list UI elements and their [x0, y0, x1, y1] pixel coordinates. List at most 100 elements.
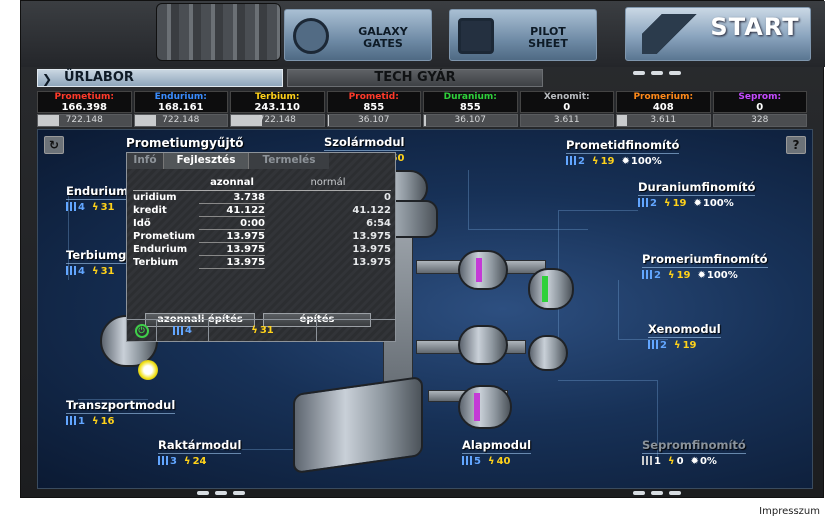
resource-name: Terbium:	[255, 92, 300, 102]
cost-instant: 3.738	[199, 191, 265, 204]
chevron-right-icon: ❯	[42, 72, 53, 86]
energy-icon: ϟ	[667, 270, 675, 281]
cost-instant: 41.122	[199, 204, 265, 217]
cost-instant: 13.975	[199, 230, 265, 243]
energy-icon: ϟ	[591, 156, 599, 167]
start-button[interactable]: START	[625, 7, 811, 61]
tab-info[interactable]: Infó	[127, 153, 163, 169]
footer-energy: ϟ 31	[209, 320, 317, 341]
resource-bar: Prometium: 166.398 722.148 Endurium: 168.161…	[37, 91, 807, 127]
cost-normal: 13.975	[352, 231, 391, 242]
resource-5: Xenomit: 0 3.611	[519, 91, 614, 127]
module-prometid[interactable]: Prometidfinomító 2 ϟ 19 ✹100%	[566, 138, 680, 167]
cost-row: Prometium 13.975 13.975	[133, 230, 391, 243]
galaxy-gates-icon	[293, 18, 329, 54]
pilot-sheet-button[interactable]: PILOT SHEET	[449, 9, 597, 61]
galaxy-gates-button[interactable]: GALAXY GATES	[284, 9, 432, 61]
tab-fejlesztes[interactable]: Fejlesztés	[163, 153, 249, 169]
module-name: Alapmodul	[462, 438, 532, 454]
module-name: Endurium	[66, 184, 129, 200]
cost-instant: 0:00	[199, 217, 265, 230]
gear-icon: ✹	[690, 456, 699, 467]
cost-normal: 0	[384, 192, 391, 203]
resource-capacity: 722.148	[162, 115, 200, 125]
module-seprom[interactable]: Sepromfinomító 1 ϟ 0 ✹0%	[642, 438, 746, 467]
cost-normal: 41.122	[352, 205, 391, 216]
level-icon	[642, 270, 652, 279]
spaceship-icon	[642, 14, 702, 54]
module-transzport[interactable]: Transzportmodul 1 ϟ 16	[66, 398, 176, 427]
cost-row: Endurium 13.975 13.975	[133, 243, 391, 256]
impresszum-link[interactable]: Impresszum	[759, 506, 820, 517]
module-duranium[interactable]: Duraniumfinomító 2 ϟ 19 ✹100%	[638, 180, 756, 209]
module-name: Xenomodul	[648, 322, 721, 338]
resource-capacity-bar: 328	[712, 114, 807, 127]
gear-icon: ✹	[697, 270, 706, 281]
cost-label: Endurium	[133, 244, 188, 255]
cost-label: kredit	[133, 205, 167, 216]
energy-icon: ϟ	[673, 340, 681, 351]
level-icon	[648, 340, 658, 349]
pager-dots-bottom-left[interactable]	[197, 491, 245, 495]
refresh-button[interactable]: ↻	[44, 136, 64, 154]
cost-row: Terbium 13.975 13.975	[133, 256, 391, 269]
resource-capacity-bar: 3.611	[519, 114, 614, 127]
resource-6: Promerium: 408 3.611	[616, 91, 711, 127]
resource-capacity-bar: 722.148	[133, 114, 228, 127]
pager-dots-top[interactable]	[633, 71, 681, 75]
top-bar: GALAXY GATES PILOT SHEET START	[21, 1, 825, 67]
resource-capacity: 722.148	[258, 115, 296, 125]
tab-urlabor[interactable]: ❯ ÜRLABOR	[37, 69, 283, 87]
module-endurium[interactable]: Endurium 4 ϟ 31	[66, 184, 129, 213]
cost-row: uridium 3.738 0	[133, 191, 391, 204]
cost-label: Terbium	[133, 257, 179, 268]
resource-capacity-bar: 36.107	[423, 114, 518, 127]
energy-icon: ϟ	[91, 416, 99, 427]
level-icon	[66, 416, 76, 425]
resource-7: Seprom: 0 328	[712, 91, 807, 127]
resource-capacity-bar: 3.611	[616, 114, 711, 127]
module-xeno[interactable]: Xenomodul 2 ϟ 19	[648, 322, 721, 351]
footer-level: 4	[157, 320, 209, 341]
energy-icon: ϟ	[487, 456, 495, 467]
cost-instant: 13.975	[199, 256, 265, 269]
cost-label: Prometium	[133, 231, 196, 242]
resource-capacity: 328	[751, 115, 769, 125]
level-icon	[66, 266, 76, 275]
start-label: START	[710, 13, 800, 41]
power-toggle[interactable]: ⏻	[127, 320, 157, 341]
column-instant: azonnal	[210, 177, 254, 188]
resource-capacity-bar: 36.107	[326, 114, 421, 127]
resource-4: Duranium: 855 36.107	[423, 91, 518, 127]
tab-termeles[interactable]: Termelés	[249, 153, 329, 169]
cost-normal: 13.975	[352, 257, 391, 268]
module-raktar[interactable]: Raktármodul 3 ϟ 24	[158, 438, 242, 467]
gear-icon: ✹	[621, 156, 630, 167]
cost-row: kredit 41.122 41.122	[133, 204, 391, 217]
module-name: Terbiumg	[66, 248, 127, 264]
resource-capacity: 3.611	[553, 115, 580, 125]
cost-row: Idő 0:00 6:54	[133, 217, 391, 230]
module-name: Duraniumfinomító	[638, 180, 756, 196]
level-icon	[642, 456, 652, 465]
tab-urlabor-label: ÜRLABOR	[64, 70, 134, 85]
pilot-emblem-icon	[458, 18, 494, 54]
energy-icon: ϟ	[667, 456, 675, 467]
resource-name: Prometium:	[54, 92, 114, 102]
energy-icon: ϟ	[183, 456, 191, 467]
energy-icon: ϟ	[251, 325, 258, 336]
resource-capacity-bar: 722.148	[37, 114, 132, 127]
module-promerium[interactable]: Promeriumfinomító 2 ϟ 19 ✹100%	[642, 252, 768, 281]
resource-2: Terbium: 243.110 722.148	[230, 91, 325, 127]
resource-name: Xenomit:	[543, 92, 590, 102]
resource-value: 168.161	[157, 102, 204, 113]
level-icon	[566, 156, 576, 165]
mechanical-ornament	[156, 3, 281, 61]
tab-techgyar[interactable]: TECH GYÁR	[287, 69, 543, 87]
module-alap[interactable]: Alapmodul 5 ϟ 40	[462, 438, 532, 467]
module-terbium[interactable]: Terbiumg 4 ϟ 31	[66, 248, 127, 277]
pager-dots-bottom-right[interactable]	[633, 491, 681, 495]
cost-instant: 13.975	[199, 243, 265, 256]
resource-name: Prometid:	[348, 92, 399, 102]
help-button[interactable]: ?	[786, 136, 806, 154]
